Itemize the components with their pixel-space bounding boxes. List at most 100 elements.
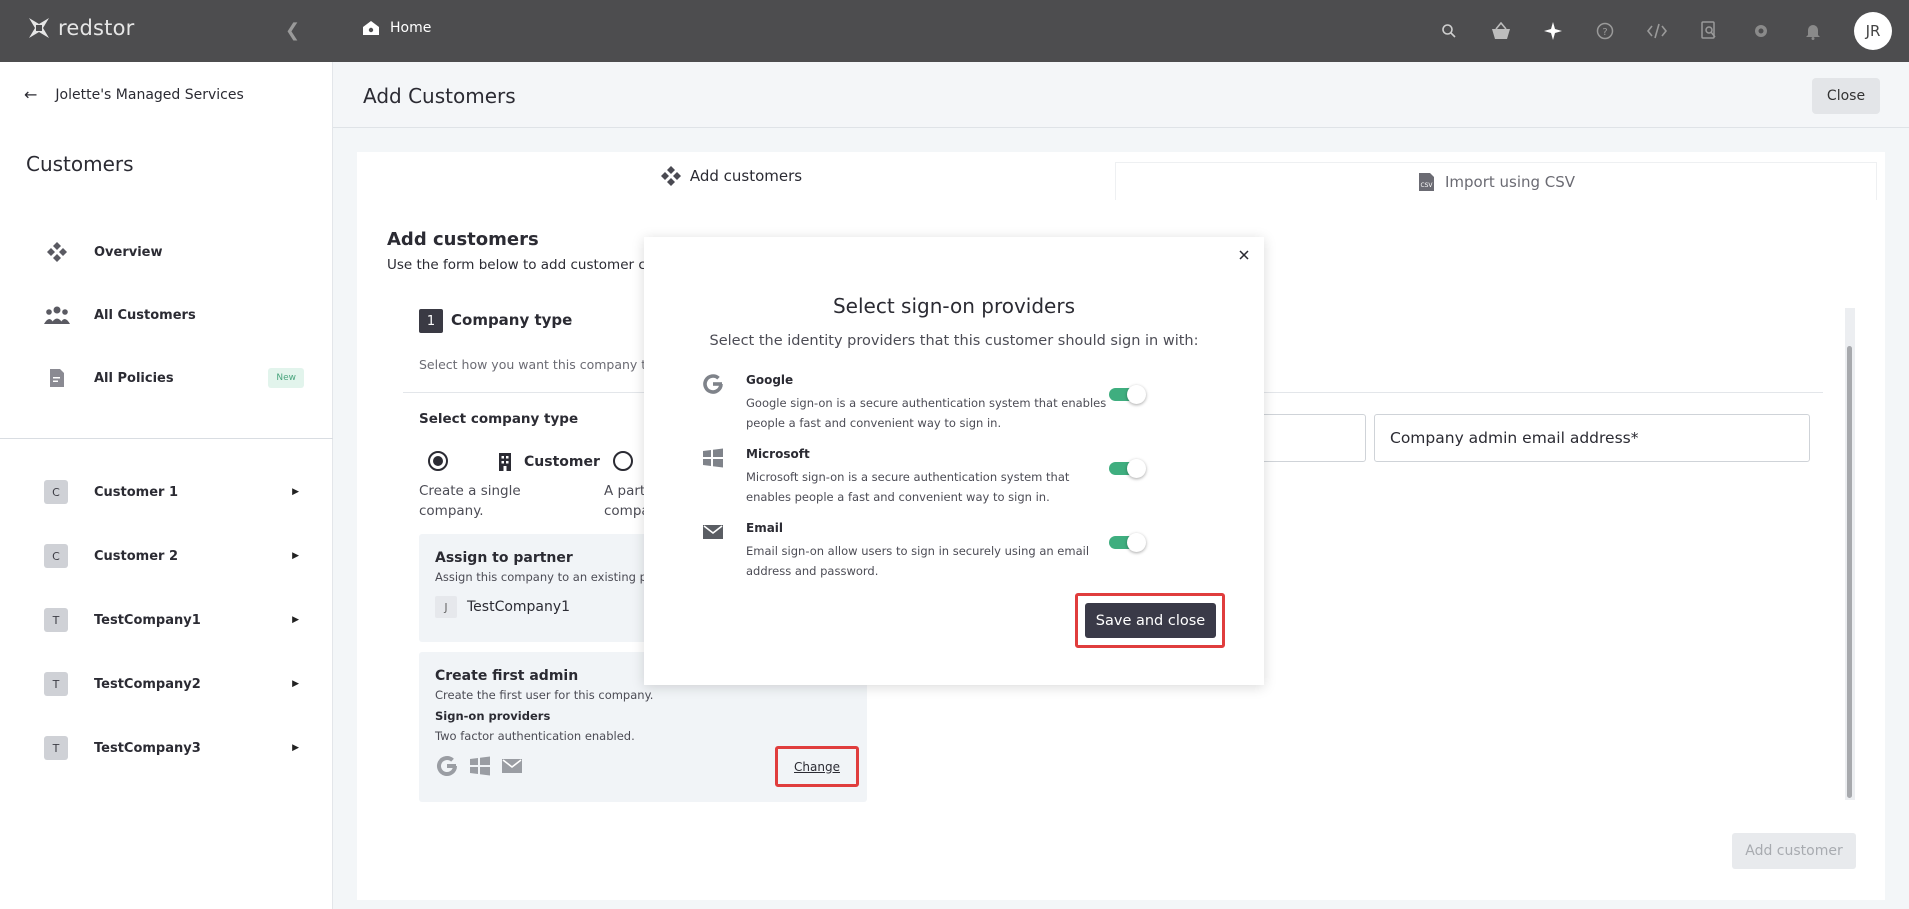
- caret-right-icon[interactable]: ▶: [292, 487, 299, 497]
- home-icon: [363, 21, 379, 35]
- providers-title: Sign-on providers: [435, 709, 551, 723]
- partner-chip[interactable]: J TestCompany1: [435, 596, 570, 618]
- customer-avatar: C: [44, 544, 68, 568]
- assign-title: Assign to partner: [435, 550, 573, 566]
- scrollbar-thumb[interactable]: [1847, 346, 1852, 798]
- providers-desc: Two factor authentication enabled.: [435, 729, 635, 743]
- select-type-label: Select company type: [419, 411, 579, 427]
- sidebar-title: Customers: [26, 152, 134, 176]
- admin-desc: Create the first user for this company.: [435, 688, 654, 702]
- caret-right-icon[interactable]: ▶: [292, 551, 299, 561]
- svg-text:?: ?: [1602, 27, 1607, 38]
- step-subtitle: Select how you want this company to: [419, 357, 654, 372]
- desc-line: A part: [604, 483, 646, 499]
- radio-partner-desc: A part compa: [604, 481, 650, 521]
- top-bar: redstor ❮ Home ? JR: [0, 0, 1909, 62]
- assign-desc: Assign this company to an existing par: [435, 570, 659, 584]
- brand-name: redstor: [58, 16, 135, 40]
- partner-avatar: J: [435, 596, 457, 618]
- logo[interactable]: redstor: [26, 15, 134, 41]
- close-icon[interactable]: [1234, 245, 1254, 265]
- customer-avatar: T: [44, 736, 68, 760]
- customer-name: TestCompany2: [94, 676, 201, 692]
- help-icon[interactable]: ?: [1579, 0, 1631, 62]
- sidebar-customer-item[interactable]: T TestCompany3 ▶: [44, 736, 299, 760]
- provider-desc: Microsoft sign-on is a secure authentica…: [746, 470, 1070, 504]
- sidebar-customer-item[interactable]: C Customer 1 ▶: [44, 480, 299, 504]
- caret-right-icon[interactable]: ▶: [292, 679, 299, 689]
- breadcrumb-home: Home: [390, 20, 432, 36]
- customer-name: Customer 1: [94, 484, 179, 500]
- sidebar-item-label: Overview: [94, 244, 163, 260]
- provider-name: Google: [746, 373, 794, 387]
- modal-title: Select sign-on providers: [832, 294, 1075, 318]
- sign-on-providers-modal: Select sign-on providers Select the iden…: [644, 237, 1264, 685]
- gear-icon[interactable]: [1735, 0, 1787, 62]
- radio-partner[interactable]: [613, 451, 633, 471]
- provider-desc: Google sign-on is a secure authenticatio…: [746, 396, 1107, 430]
- document-icon: [44, 368, 70, 388]
- add-customer-button[interactable]: Add customer: [1732, 833, 1856, 869]
- step-title: Company type: [451, 311, 573, 329]
- search-doc-icon[interactable]: [1683, 0, 1735, 62]
- csv-file-icon: CSV: [1418, 172, 1434, 191]
- partner-name: TestCompany1: [467, 599, 571, 615]
- overview-icon: [660, 166, 681, 186]
- save-and-close-button[interactable]: Save and close: [1085, 603, 1216, 638]
- email-toggle[interactable]: [1109, 533, 1146, 552]
- sidebar-item-label: All Policies: [94, 370, 174, 386]
- radio-customer[interactable]: [428, 451, 448, 471]
- caret-right-icon[interactable]: ▶: [292, 615, 299, 625]
- radio-customer-label[interactable]: Customer: [498, 452, 600, 472]
- basket-icon[interactable]: [1475, 0, 1527, 62]
- provider-name: Microsoft: [746, 447, 810, 461]
- customer-avatar: T: [44, 672, 68, 696]
- search-icon[interactable]: [1423, 0, 1475, 62]
- windows-icon: [470, 756, 490, 776]
- back-link-label: Jolette's Managed Services: [55, 86, 244, 103]
- radio-customer-desc: Create a single company.: [419, 481, 521, 521]
- back-link[interactable]: ← Jolette's Managed Services: [24, 85, 244, 104]
- building-icon: [499, 453, 511, 471]
- mail-icon: [502, 759, 522, 773]
- code-icon[interactable]: [1631, 0, 1683, 62]
- svg-text:CSV: CSV: [1420, 182, 1433, 189]
- sidebar-customer-item[interactable]: C Customer 2 ▶: [44, 544, 299, 568]
- tab-label: Add customers: [689, 167, 803, 185]
- breadcrumb[interactable]: Home: [362, 20, 431, 36]
- customer-name: Customer 2: [94, 548, 179, 564]
- customer-name: TestCompany3: [94, 740, 201, 756]
- google-icon: [700, 371, 726, 397]
- sidebar-item-overview[interactable]: Overview: [44, 241, 304, 263]
- step-number: 1: [419, 309, 443, 333]
- form-title: Add customers: [387, 229, 539, 250]
- email-field[interactable]: Company admin email address*: [1374, 414, 1810, 462]
- redstor-logo-icon: [29, 18, 49, 38]
- collapse-sidebar-icon[interactable]: ❮: [285, 20, 300, 41]
- mail-icon: [700, 519, 726, 545]
- desc-line: Create a single: [419, 483, 521, 499]
- sidebar: ← Jolette's Managed Services Customers O…: [0, 62, 333, 909]
- microsoft-toggle[interactable]: [1109, 459, 1146, 478]
- change-providers-link[interactable]: Change: [775, 746, 859, 787]
- sidebar-customer-item[interactable]: T TestCompany2 ▶: [44, 672, 299, 696]
- google-toggle[interactable]: [1109, 385, 1146, 404]
- sidebar-divider: [0, 438, 333, 439]
- user-avatar[interactable]: JR: [1854, 12, 1892, 50]
- tab-add-customers[interactable]: Add customers: [357, 152, 1105, 200]
- google-icon: [437, 756, 457, 776]
- sparkle-icon[interactable]: [1527, 0, 1579, 62]
- sidebar-item-all-policies[interactable]: All Policies New: [44, 368, 304, 388]
- page-title: Add Customers: [363, 84, 516, 108]
- customer-name: TestCompany1: [94, 612, 201, 628]
- tab-import-csv[interactable]: CSV Import using CSV: [1115, 162, 1877, 200]
- sidebar-item-all-customers[interactable]: All Customers: [44, 305, 304, 325]
- sidebar-customer-item[interactable]: T TestCompany1 ▶: [44, 608, 299, 632]
- people-icon: [44, 305, 70, 325]
- close-button[interactable]: Close: [1812, 78, 1880, 114]
- radio-customer-text: Customer: [524, 454, 600, 470]
- overview-icon: [44, 241, 70, 263]
- caret-right-icon[interactable]: ▶: [292, 743, 299, 753]
- bell-icon[interactable]: [1787, 0, 1839, 62]
- customer-avatar: C: [44, 480, 68, 504]
